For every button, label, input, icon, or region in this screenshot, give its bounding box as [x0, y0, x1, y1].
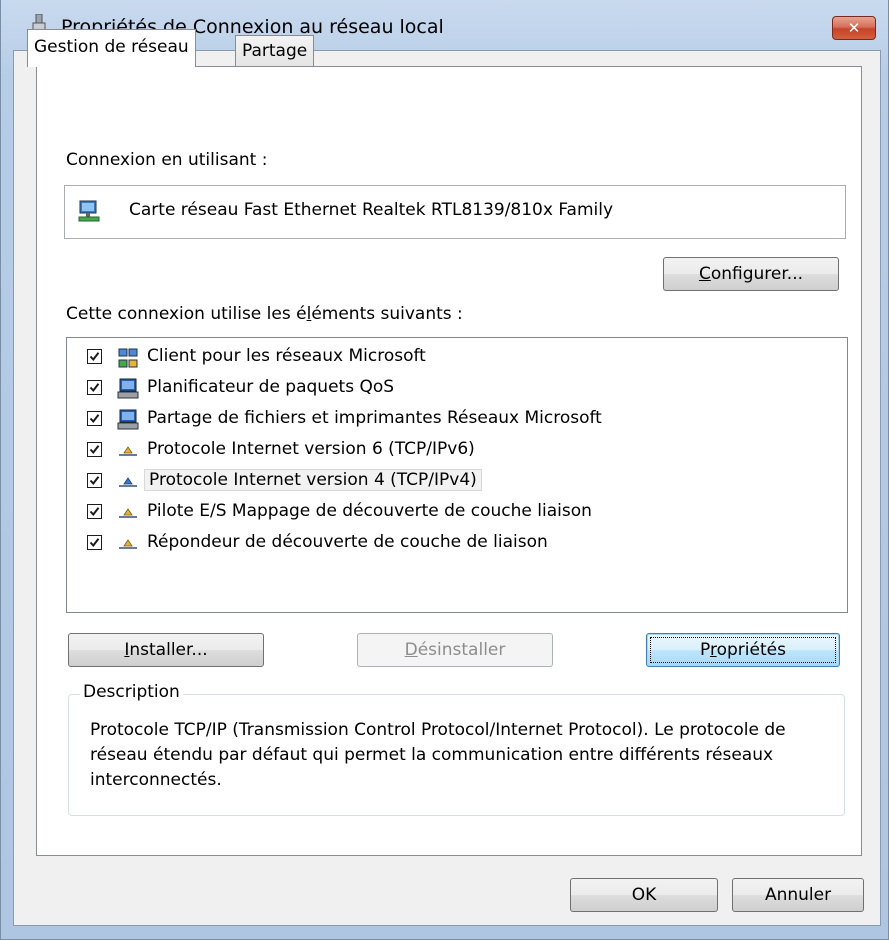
- checkmark-icon: [89, 476, 100, 486]
- list-item[interactable]: Partage de fichiers et imprimantes Résea…: [75, 405, 835, 435]
- computer-service-icon: [117, 378, 139, 399]
- description-legend: Description: [80, 682, 183, 702]
- list-item-label: Protocole Internet version 6 (TCP/IPv6): [147, 439, 475, 459]
- list-item[interactable]: Protocole Internet version 6 (TCP/IPv6): [75, 436, 835, 466]
- network-adapter-icon: [78, 200, 100, 222]
- checkmark-icon: [89, 445, 100, 455]
- close-button[interactable]: ✕: [832, 16, 876, 40]
- checkmark-icon: [89, 538, 100, 548]
- list-item-label: Client pour les réseaux Microsoft: [147, 346, 426, 366]
- items-label-pre: Cette connexion utilise les é: [66, 304, 307, 324]
- list-item-label: Répondeur de découverte de couche de lia…: [147, 532, 548, 552]
- checkmark-icon: [89, 352, 100, 362]
- protocol-icon: [119, 446, 137, 456]
- uninstall-label-post: ésinstaller: [417, 640, 506, 660]
- computer-service-icon: [117, 409, 139, 430]
- list-item-label: Partage de fichiers et imprimantes Résea…: [147, 408, 602, 428]
- list-item-label: Protocole Internet version 4 (TCP/IPv4): [144, 469, 482, 491]
- list-item[interactable]: Pilote E/S Mappage de découverte de couc…: [75, 498, 835, 528]
- checkbox[interactable]: [87, 411, 102, 426]
- description-text: Protocole TCP/IP (Transmission Control P…: [90, 720, 786, 790]
- ok-button[interactable]: OK: [570, 878, 718, 912]
- list-item[interactable]: Planificateur de paquets QoS: [75, 374, 835, 404]
- list-item[interactable]: Répondeur de découverte de couche de lia…: [75, 529, 835, 559]
- adapter-name: Carte réseau Fast Ethernet Realtek RTL81…: [129, 200, 614, 220]
- tab-partage[interactable]: Partage: [235, 35, 315, 67]
- protocol-icon: [119, 539, 137, 549]
- items-label: Cette connexion utilise les éléments sui…: [66, 304, 463, 324]
- checkbox[interactable]: [87, 473, 102, 488]
- list-item-selected[interactable]: Protocole Internet version 4 (TCP/IPv4): [75, 467, 835, 497]
- protocol-icon: [119, 477, 137, 487]
- items-label-post: éments suivants :: [311, 304, 463, 324]
- install-button[interactable]: Installer...: [68, 633, 264, 667]
- checkbox[interactable]: [87, 442, 102, 457]
- tab-gestion-de-reseau[interactable]: Gestion de réseau: [27, 29, 196, 67]
- uninstall-button[interactable]: Désinstaller: [357, 633, 553, 667]
- configure-accel: C: [698, 264, 711, 284]
- focus-rectangle: [650, 637, 836, 663]
- configure-label-post: onfigurer...: [710, 264, 804, 284]
- network-client-icon: [118, 348, 138, 368]
- checkbox[interactable]: [87, 504, 102, 519]
- adapter-field: Carte réseau Fast Ethernet Realtek RTL81…: [64, 185, 846, 239]
- checkbox[interactable]: [87, 535, 102, 550]
- checkmark-icon: [89, 414, 100, 424]
- checkbox[interactable]: [87, 349, 102, 364]
- connect-using-label: Connexion en utilisant :: [66, 150, 268, 170]
- list-item[interactable]: Client pour les réseaux Microsoft: [75, 343, 835, 373]
- checkmark-icon: [89, 507, 100, 517]
- list-item-label: Planificateur de paquets QoS: [147, 377, 395, 397]
- install-label-post: nstaller...: [129, 640, 208, 660]
- configure-button[interactable]: Configurer...: [663, 257, 839, 291]
- checkbox[interactable]: [87, 380, 102, 395]
- components-list[interactable]: Client pour les réseaux Microsoft Planif…: [66, 337, 848, 613]
- list-item-label: Pilote E/S Mappage de découverte de couc…: [147, 501, 592, 521]
- cancel-button[interactable]: Annuler: [732, 878, 864, 912]
- checkmark-icon: [89, 383, 100, 393]
- properties-button[interactable]: Propriétés: [646, 633, 840, 667]
- protocol-icon: [119, 508, 137, 518]
- uninstall-accel: D: [404, 640, 418, 660]
